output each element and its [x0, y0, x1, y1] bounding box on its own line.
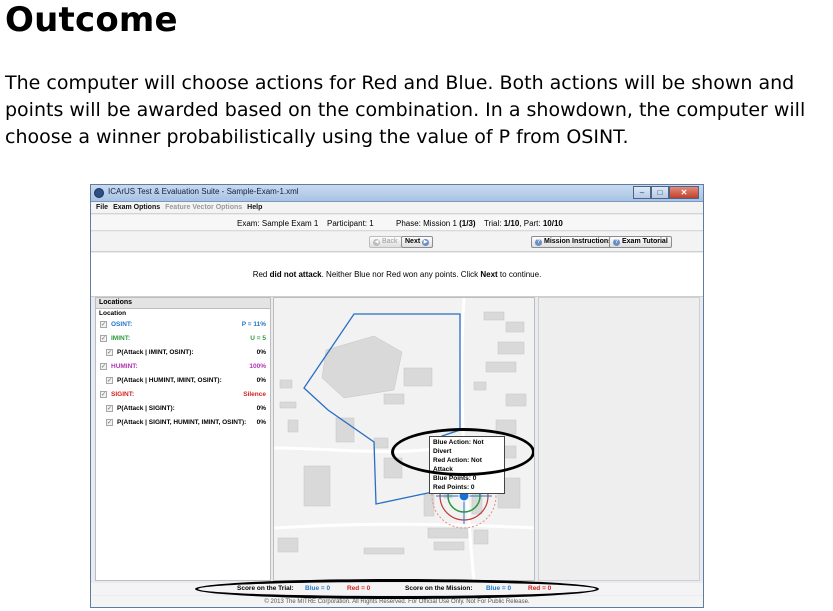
location-row: ✓ P(Attack | HUMINT, IMINT, OSINT): 0%	[96, 374, 270, 388]
locations-panel: Locations Location ✓ OSINT: P = 11% ✓ IMINT:…	[95, 297, 271, 581]
row-value: 0%	[256, 349, 266, 356]
row-checkbox[interactable]: ✓	[100, 363, 107, 370]
row-label: HUMINT:	[111, 363, 138, 370]
row-label: P(Attack | SIGINT):	[117, 405, 175, 412]
mission-score-label: Score on the Mission:	[405, 585, 473, 592]
app-window: ICArUS Test & Evaluation Suite - Sample-…	[90, 184, 704, 608]
mission-score-blue: Blue = 0	[486, 585, 512, 592]
row-label: P(Attack | IMINT, OSINT):	[117, 349, 194, 356]
exam-tutorial-button[interactable]: ? Exam Tutorial	[609, 236, 672, 248]
maximize-button[interactable]: □	[651, 186, 669, 199]
copyright: © 2013 The MITRE Corporation. All Rights…	[91, 596, 703, 607]
row-checkbox[interactable]: ✓	[100, 335, 107, 342]
location-row: ✓ OSINT: P = 11%	[96, 318, 270, 332]
next-button[interactable]: Next ▶	[401, 236, 434, 248]
nav-bar: ◀ Back Next ▶ ? Mission Instructions ? E…	[91, 232, 703, 252]
location-row: ✓ IMINT: U = 5	[96, 332, 270, 346]
menu-help[interactable]: Help	[247, 204, 262, 211]
question-icon: ?	[613, 238, 620, 246]
back-arrow-icon: ◀	[373, 238, 380, 246]
location-row: ✓ SIGINT: Silence	[96, 388, 270, 402]
row-checkbox[interactable]: ✓	[100, 391, 107, 398]
location-row: ✓ P(Attack | SIGINT): 0%	[96, 402, 270, 416]
row-value: 0%	[256, 419, 266, 426]
trial-score-label: Score on the Trial:	[237, 585, 294, 592]
slide-body: The computer will choose actions for Red…	[5, 72, 806, 148]
window-titlebar[interactable]: ICArUS Test & Evaluation Suite - Sample-…	[91, 185, 703, 202]
menu-feature-vector-options[interactable]: Feature Vector Options	[165, 204, 242, 211]
trial-indicator: Trial: 1/10, Part: 10/10	[484, 219, 563, 228]
row-value: 0%	[256, 377, 266, 384]
row-value: U = 5	[250, 335, 266, 342]
window-title: ICArUS Test & Evaluation Suite - Sample-…	[108, 187, 299, 196]
location-row: ✓ HUMINT: 100%	[96, 360, 270, 374]
minimize-button[interactable]: –	[633, 186, 651, 199]
trial-score-red: Red = 0	[347, 585, 371, 592]
close-button[interactable]: ✕	[669, 186, 699, 199]
location-row: ✓ P(Attack | SIGINT, HUMINT, IMINT, OSINT…	[96, 416, 270, 430]
message-area: Red did not attack. Neither Blue nor Red…	[91, 253, 703, 297]
row-checkbox[interactable]: ✓	[100, 321, 107, 328]
locations-header: Locations	[96, 298, 270, 309]
location-row: ✓ P(Attack | IMINT, OSINT): 0%	[96, 346, 270, 360]
red-points: Red Points: 0	[433, 484, 475, 491]
mission-score-red: Red = 0	[528, 585, 552, 592]
map-panel[interactable]: Blue Action: Not Divert Red Action: Not …	[273, 297, 535, 581]
row-value: Silence	[243, 391, 266, 398]
menu-bar: File Exam Options Feature Vector Options…	[91, 202, 703, 214]
outcome-popup: Blue Action: Not Divert Red Action: Not …	[429, 436, 505, 494]
row-value: P = 11%	[241, 321, 266, 328]
row-checkbox[interactable]: ✓	[106, 405, 113, 412]
row-label: OSINT:	[111, 321, 133, 328]
participant: Participant: 1	[327, 219, 374, 228]
location-subheader: Location	[99, 310, 127, 317]
trial-score-blue: Blue = 0	[305, 585, 331, 592]
exam-name: Exam: Sample Exam 1	[237, 219, 319, 228]
row-checkbox[interactable]: ✓	[106, 349, 113, 356]
row-checkbox[interactable]: ✓	[106, 377, 113, 384]
blue-points: Blue Points: 0	[433, 475, 477, 482]
row-label: P(Attack | HUMINT, IMINT, OSINT):	[117, 377, 222, 384]
menu-file[interactable]: File	[96, 204, 108, 211]
blue-action: Blue Action: Not Divert	[433, 439, 484, 455]
slide-title: Outcome	[5, 0, 178, 40]
score-bar: Score on the Trial: Blue = 0 Red = 0 Sco…	[91, 583, 703, 595]
row-label: SIGINT:	[111, 391, 135, 398]
row-label: IMINT:	[111, 335, 131, 342]
row-label: P(Attack | SIGINT, HUMINT, IMINT, OSINT)…	[117, 419, 247, 426]
back-button[interactable]: ◀ Back	[369, 236, 402, 248]
right-panel	[538, 297, 700, 581]
row-value: 100%	[249, 363, 266, 370]
question-icon: ?	[535, 238, 542, 246]
red-action: Red Action: Not Attack	[433, 457, 482, 473]
exam-info-bar: Exam: Sample Exam 1 Participant: 1 Phase…	[91, 215, 703, 231]
phase-indicator: Phase: Mission 1 (1/3)	[396, 219, 476, 228]
app-icon	[94, 188, 104, 198]
next-arrow-icon: ▶	[422, 238, 430, 246]
row-value: 0%	[256, 405, 266, 412]
mission-instructions-button[interactable]: ? Mission Instructions	[531, 236, 617, 248]
menu-exam-options[interactable]: Exam Options	[113, 204, 160, 211]
row-checkbox[interactable]: ✓	[106, 419, 113, 426]
outcome-message: Red did not attack. Neither Blue nor Red…	[252, 270, 542, 279]
